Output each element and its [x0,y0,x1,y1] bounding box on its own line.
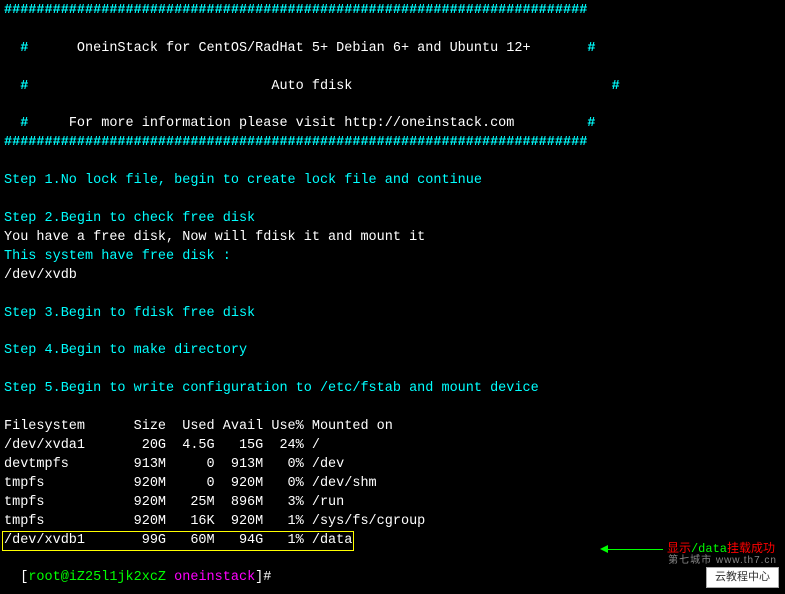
blank-line [4,153,781,172]
df-header: Filesystem Size Used Avail Use% Mounted … [4,418,781,437]
step-2: Step 2.Begin to check free disk [4,210,781,229]
header-line-1: # OneinStack for CentOS/RadHat 5+ Debian… [4,21,781,59]
header-hash-right-3: # [514,116,595,131]
blank-line [4,361,781,380]
header-line-2: # Auto fdisk # [4,59,781,97]
step-3: Step 3.Begin to fdisk free disk [4,305,781,324]
header-title-1: OneinStack for CentOS/RadHat 5+ Debian 6… [77,41,531,56]
freedisk-msg: You have a free disk, Now will fdisk it … [4,229,781,248]
freedisk-dev: /dev/xvdb [4,267,781,286]
header-title-3: For more information please visit http:/… [69,116,515,131]
df-row: tmpfs 920M 25M 896M 3% /run [4,494,781,513]
arrow-line [608,549,663,550]
header-title-2: Auto fdisk [271,79,352,94]
blank-line [4,399,781,418]
header-hash-right: # [531,41,596,56]
arrow-head-icon [600,545,608,553]
blank-line [4,191,781,210]
prompt-dir: oneinstack [174,570,255,585]
prompt-space [166,570,174,585]
df-row-data: /dev/xvdb1 99G 60M 94G 1% /data [4,533,352,548]
df-row-highlight: /dev/xvdb1 99G 60M 94G 1% /data [4,532,352,551]
watermark-badge: 云教程中心 [706,567,779,588]
header-hash-right-2: # [352,79,619,94]
step-1: Step 1.No lock file, begin to create loc… [4,172,781,191]
header-hash-left-2: # [20,79,271,94]
header-border-top: ########################################… [4,2,781,21]
header-hash-left-3: # [20,116,69,131]
blank-line [4,323,781,342]
step-4: Step 4.Begin to make directory [4,342,781,361]
header-hash-left: # [20,41,77,56]
header-border-bottom: ########################################… [4,134,781,153]
step-5: Step 5.Begin to write configuration to /… [4,380,781,399]
df-row: devtmpfs 913M 0 913M 0% /dev [4,456,781,475]
freedisk-have: This system have free disk : [4,248,781,267]
header-line-3: # For more information please visit http… [4,96,781,134]
df-row: tmpfs 920M 16K 920M 1% /sys/fs/cgroup [4,513,781,532]
prompt-user-host: root@iZ25l1jk2xcZ [28,570,166,585]
blank-line [4,286,781,305]
df-row: tmpfs 920M 0 920M 0% /dev/shm [4,475,781,494]
df-row: /dev/xvda1 20G 4.5G 15G 24% / [4,437,781,456]
prompt-bracket-close: ]# [255,570,271,585]
